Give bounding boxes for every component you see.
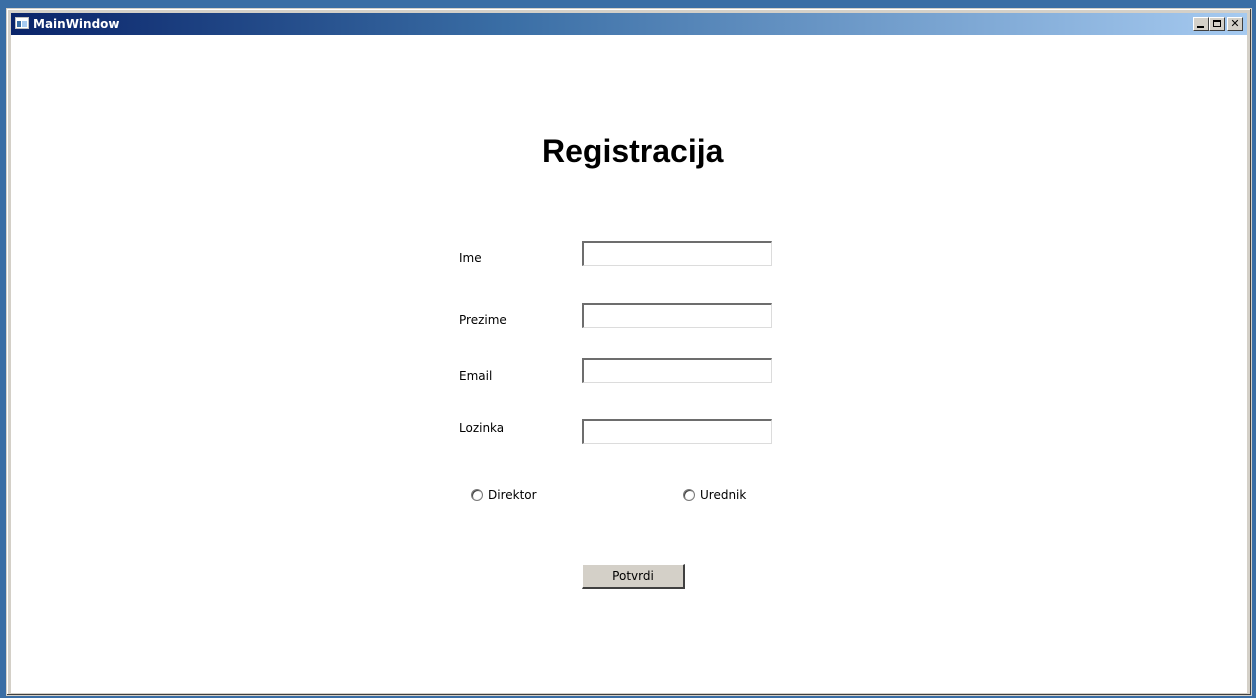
app-window-icon	[15, 17, 29, 29]
minimize-icon	[1197, 26, 1204, 28]
email-label: Email	[459, 369, 493, 383]
close-icon: ✕	[1230, 17, 1240, 30]
client-area: Registracija Ime Prezime Email Lozinka D…	[11, 35, 1247, 693]
radio-direktor-label: Direktor	[488, 488, 537, 502]
main-window: MainWindow ✕ Registracija Ime Prezime Em…	[6, 8, 1252, 696]
ime-label: Ime	[459, 251, 482, 265]
radio-urednik[interactable]: Urednik	[683, 487, 746, 503]
lozinka-label: Lozinka	[459, 421, 505, 435]
maximize-icon	[1213, 20, 1221, 27]
title-bar[interactable]: MainWindow ✕	[11, 13, 1247, 35]
radio-button-icon[interactable]	[471, 489, 483, 501]
email-field[interactable]	[582, 358, 772, 383]
radio-direktor[interactable]: Direktor	[471, 487, 537, 503]
password-field[interactable]	[582, 419, 772, 444]
prezime-label: Prezime	[459, 313, 507, 327]
prezime-field[interactable]	[582, 303, 772, 328]
ime-field[interactable]	[582, 241, 772, 266]
radio-button-icon[interactable]	[683, 489, 695, 501]
maximize-button[interactable]	[1209, 17, 1225, 31]
potvrdi-button[interactable]: Potvrdi	[582, 564, 685, 589]
close-button[interactable]: ✕	[1227, 17, 1243, 31]
page-title: Registracija	[542, 133, 724, 169]
window-title: MainWindow	[33, 17, 120, 31]
minimize-button[interactable]	[1193, 17, 1209, 31]
radio-urednik-label: Urednik	[700, 488, 747, 502]
